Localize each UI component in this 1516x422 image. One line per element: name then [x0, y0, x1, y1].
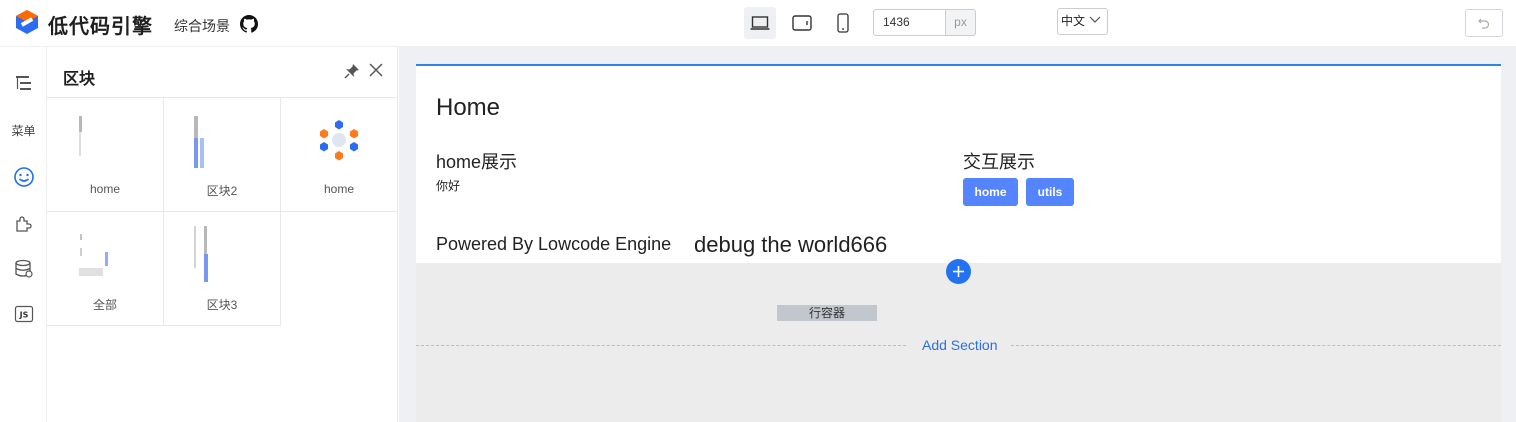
- undo-icon: [1478, 18, 1490, 29]
- logo-text: 低代码引擎: [48, 16, 153, 38]
- utils-button[interactable]: utils: [1026, 178, 1074, 206]
- js-icon: JS: [14, 305, 33, 323]
- github-icon[interactable]: [240, 15, 258, 33]
- block-item[interactable]: home: [47, 98, 164, 212]
- block-label: home: [89, 182, 121, 196]
- block-item[interactable]: home: [281, 98, 398, 212]
- divider: [416, 345, 906, 346]
- block-thumbnail: [194, 226, 208, 282]
- block-label: 区块2: [206, 184, 238, 198]
- page-title[interactable]: Home: [436, 94, 500, 122]
- hello-text[interactable]: 你好: [436, 177, 460, 194]
- interact-section-title[interactable]: 交互展示: [963, 148, 1035, 174]
- canvas-width-control: 1436 px: [873, 9, 976, 36]
- desktop-view-button[interactable]: [744, 7, 776, 39]
- home-section-title[interactable]: home展示: [436, 148, 517, 174]
- smile-icon: [13, 167, 34, 187]
- language-value: 中文: [1061, 14, 1086, 28]
- plus-icon: [953, 266, 964, 277]
- language-select[interactable]: 中文: [1057, 8, 1108, 35]
- powered-by-text[interactable]: Powered By Lowcode Engine: [436, 234, 671, 255]
- block-item[interactable]: 全部: [47, 212, 164, 326]
- close-icon[interactable]: [368, 62, 384, 78]
- row-container-tag[interactable]: 行容器: [777, 305, 877, 321]
- puzzle-icon: [15, 216, 32, 232]
- block-thumbnail: [194, 116, 204, 168]
- code-editor-rail-button[interactable]: JS: [0, 302, 47, 326]
- top-toolbar: 低代码引擎 综合场景 1436 px 中文: [0, 0, 1516, 47]
- debug-text[interactable]: debug the world666: [694, 232, 887, 258]
- page-content[interactable]: Home home展示 你好 交互展示 home utils Powered B…: [416, 64, 1501, 263]
- block-label: 全部: [92, 298, 117, 312]
- mobile-icon: [837, 13, 849, 33]
- mobile-view-button[interactable]: [827, 7, 859, 39]
- home-button[interactable]: home: [963, 178, 1018, 206]
- hexagon-logo-icon: [320, 120, 358, 161]
- components-rail-button[interactable]: [0, 211, 47, 235]
- panel-title: 区块: [63, 71, 96, 88]
- block-item[interactable]: 区块3: [164, 212, 281, 326]
- desktop-icon: [750, 16, 770, 30]
- chevron-down-icon: [1089, 16, 1101, 23]
- page-canvas: Home home展示 你好 交互展示 home utils Powered B…: [416, 64, 1501, 422]
- add-section-button[interactable]: Add Section: [922, 337, 998, 353]
- pin-icon[interactable]: [344, 63, 360, 79]
- block-thumbnail: [79, 234, 108, 276]
- add-component-button[interactable]: [946, 259, 971, 284]
- block-label: home: [323, 182, 355, 196]
- undo-button[interactable]: [1465, 9, 1503, 37]
- block-thumbnail: [79, 116, 82, 156]
- block-item[interactable]: 区块2: [164, 98, 281, 212]
- menu-label: 菜单: [11, 123, 36, 138]
- tablet-icon: [792, 15, 812, 31]
- svg-text:JS: JS: [18, 311, 28, 320]
- block-label: 区块3: [206, 298, 238, 312]
- logo-icon: [16, 10, 38, 34]
- menu-rail-item[interactable]: 菜单: [0, 121, 47, 139]
- divider: [1011, 345, 1501, 346]
- blocks-panel: 区块 home 区块2 home 全部 区块3: [47, 47, 398, 422]
- outline-tree-icon: [15, 76, 31, 90]
- blocks-rail-button[interactable]: [0, 165, 47, 189]
- datasource-rail-button[interactable]: [0, 257, 47, 281]
- left-icon-rail: 菜单 JS: [0, 47, 47, 422]
- canvas-width-input[interactable]: 1436: [873, 9, 945, 36]
- tablet-view-button[interactable]: [786, 7, 818, 39]
- outline-tree-button[interactable]: [0, 71, 47, 95]
- width-unit-label: px: [945, 9, 976, 36]
- scene-label[interactable]: 综合场景: [174, 16, 230, 36]
- blocks-grid: home 区块2 home 全部 区块3: [47, 97, 398, 326]
- database-icon: [14, 259, 33, 278]
